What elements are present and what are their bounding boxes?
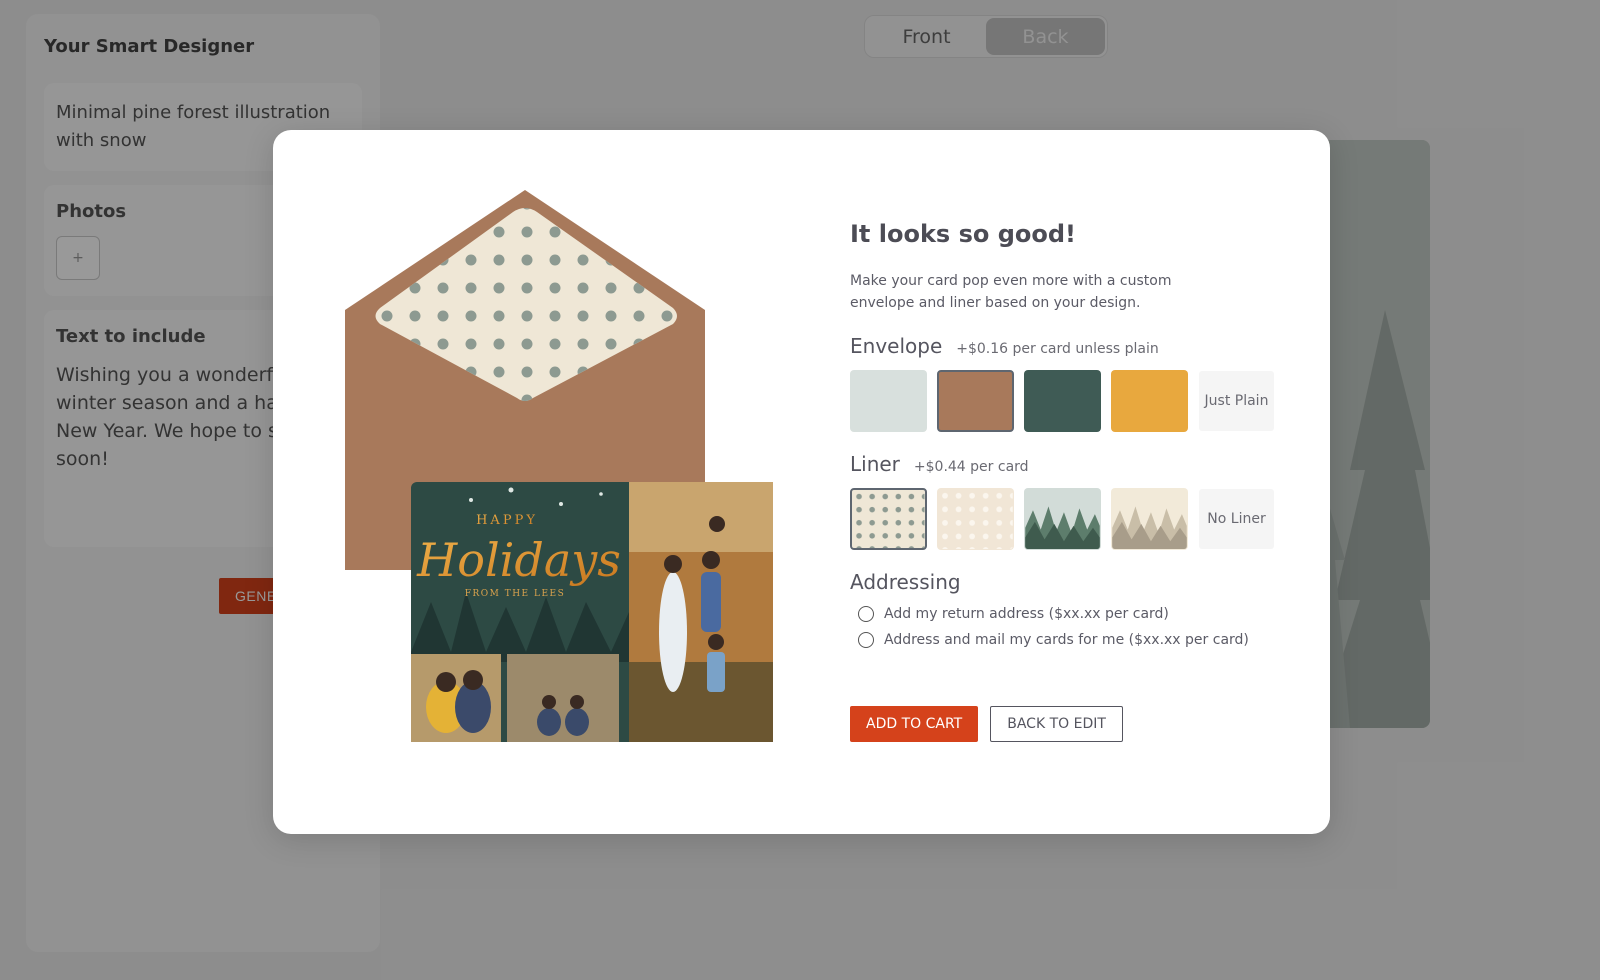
address-and-mail-radio[interactable]	[858, 632, 874, 648]
envelope-swatch-kraft[interactable]	[937, 370, 1014, 432]
add-to-cart-button[interactable]: ADD TO CART	[850, 706, 979, 742]
return-address-radio[interactable]	[858, 606, 874, 622]
address-and-mail-label: Address and mail my cards for me ($xx.xx…	[884, 632, 1249, 648]
liner-swatch-pine-green[interactable]	[1024, 488, 1101, 550]
upsell-options: It looks so good! Make your card pop eve…	[850, 220, 1290, 658]
just-plain-label: Just Plain	[1199, 371, 1274, 431]
envelope-swatch-pine-green[interactable]	[1024, 370, 1101, 432]
kids-photo	[507, 654, 619, 742]
back-to-edit-button[interactable]: BACK TO EDIT	[990, 706, 1123, 742]
liner-title: Liner	[850, 452, 900, 476]
holiday-card: HAPPY Holidays FROM THE LEES	[411, 482, 773, 742]
liner-swatch-no-liner[interactable]: No Liner	[1198, 488, 1275, 550]
card-text-happy: HAPPY	[476, 513, 538, 528]
return-address-option[interactable]: Add my return address ($xx.xx per card)	[858, 606, 1290, 622]
liner-swatch-pine-beige[interactable]	[1111, 488, 1188, 550]
envelope-swatch-mustard[interactable]	[1111, 370, 1188, 432]
liner-price-note: +$0.44 per card	[913, 459, 1029, 475]
modal-description: Make your card pop even more with a cust…	[850, 273, 1172, 311]
address-and-mail-option[interactable]: Address and mail my cards for me ($xx.xx…	[858, 632, 1290, 648]
liner-swatch-polka-cream[interactable]	[937, 488, 1014, 550]
modal-heading: It looks so good!	[850, 220, 1076, 248]
addressing-title: Addressing	[850, 570, 961, 594]
addressing-header: Addressing	[850, 570, 1290, 594]
envelope-upsell-modal: HAPPY Holidays FROM THE LEES It looks so…	[273, 130, 1330, 834]
no-liner-label: No Liner	[1199, 489, 1274, 549]
liner-swatches: No Liner	[850, 488, 1290, 550]
return-address-label: Add my return address ($xx.xx per card)	[884, 606, 1169, 622]
card-text-holidays: Holidays	[416, 533, 621, 587]
modal-actions: ADD TO CART BACK TO EDIT	[850, 706, 1123, 742]
envelope-title: Envelope	[850, 334, 943, 358]
envelope-swatch-just-plain[interactable]: Just Plain	[1198, 370, 1275, 432]
liner-header: Liner +$0.44 per card	[850, 452, 1290, 476]
envelope-card-preview: HAPPY Holidays FROM THE LEES	[345, 190, 773, 742]
envelope-header: Envelope +$0.16 per card unless plain	[850, 334, 1290, 358]
envelope-swatches: Just Plain	[850, 370, 1290, 432]
liner-swatch-polka-sage[interactable]	[850, 488, 927, 550]
card-text-signature: FROM THE LEES	[465, 589, 566, 599]
envelope-swatch-light-sage[interactable]	[850, 370, 927, 432]
envelope-price-note: +$0.16 per card unless plain	[956, 341, 1159, 357]
